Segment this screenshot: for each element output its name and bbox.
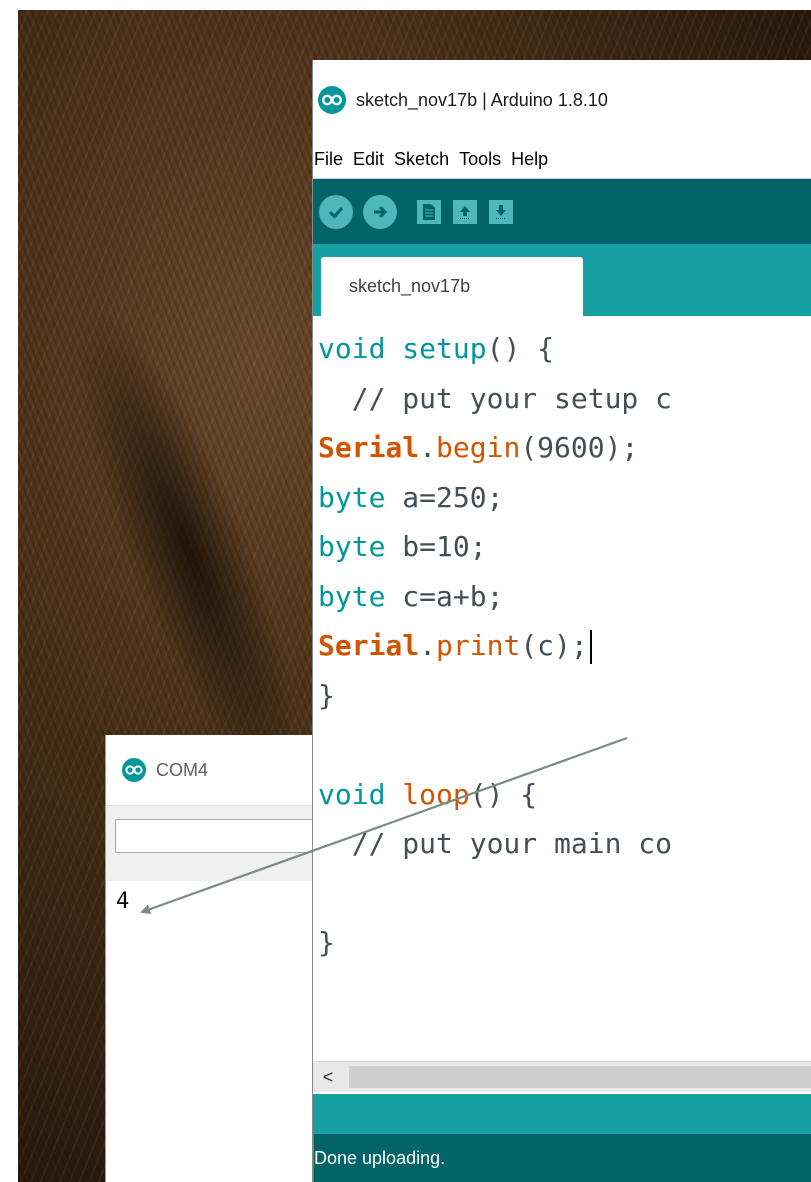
- ide-toolbar: [313, 179, 811, 244]
- menu-edit[interactable]: Edit: [348, 149, 389, 170]
- code-line: // put your main co: [318, 827, 673, 860]
- arduino-ide-window: sketch_nov17b | Arduino 1.8.10 File Edit…: [312, 60, 811, 1182]
- code-line: // put your setup c: [318, 381, 673, 415]
- open-button[interactable]: [453, 199, 477, 224]
- ide-window-title: sketch_nov17b | Arduino 1.8.10: [356, 89, 608, 110]
- arrow-up-icon: [460, 205, 470, 219]
- menu-tools[interactable]: Tools: [454, 149, 506, 170]
- save-button[interactable]: [489, 199, 513, 224]
- upload-button[interactable]: [363, 194, 397, 229]
- code-line: }: [318, 926, 335, 959]
- scroll-left-icon[interactable]: <: [313, 1062, 343, 1092]
- code-line: byte b=10;: [318, 530, 487, 563]
- sketch-tab-bar: sketch_nov17b: [313, 244, 811, 316]
- code-line: void setup() {: [318, 332, 555, 365]
- status-bar: [313, 1094, 811, 1130]
- arrow-down-icon: [496, 204, 506, 219]
- screen: COM4 4 sketch_nov17b | Arduino 1.8.10 Fi…: [0, 0, 811, 1182]
- verify-button[interactable]: [319, 194, 353, 229]
- code-line: byte a=250;: [318, 480, 504, 514]
- code-editor[interactable]: void setup() { // put your setup c Seria…: [313, 316, 811, 989]
- ide-titlebar[interactable]: sketch_nov17b | Arduino 1.8.10: [313, 60, 811, 140]
- new-sketch-button[interactable]: [417, 199, 441, 224]
- code-line: void loop() {: [318, 777, 538, 811]
- status-message: Done uploading.: [314, 1134, 811, 1182]
- check-icon: [328, 206, 344, 219]
- menu-help[interactable]: Help: [506, 149, 553, 170]
- scrollbar-thumb[interactable]: [349, 1066, 811, 1088]
- tab-label: sketch_nov17b: [349, 276, 471, 296]
- code-line: Serial.begin(9600);: [318, 431, 639, 464]
- code-line: Serial.print(c);: [313, 621, 811, 671]
- horizontal-scrollbar[interactable]: <: [313, 1061, 811, 1092]
- menu-file[interactable]: File: [313, 149, 348, 170]
- arrow-right-icon: [374, 205, 388, 218]
- menu-sketch[interactable]: Sketch: [389, 149, 454, 170]
- tab-sketch-nov17b[interactable]: sketch_nov17b: [321, 257, 583, 316]
- text-caret: [589, 630, 592, 664]
- status-area: Done uploading.: [313, 1094, 811, 1182]
- menu-bar: File Edit Sketch Tools Help: [313, 140, 811, 179]
- arduino-logo-icon: [318, 86, 346, 114]
- serial-monitor-title: COM4: [156, 759, 209, 780]
- serial-send-input[interactable]: [115, 819, 345, 853]
- code-line: }: [318, 678, 335, 712]
- document-icon: [423, 203, 435, 220]
- code-line: byte c=a+b;: [318, 579, 504, 613]
- arduino-logo-icon: [122, 758, 146, 782]
